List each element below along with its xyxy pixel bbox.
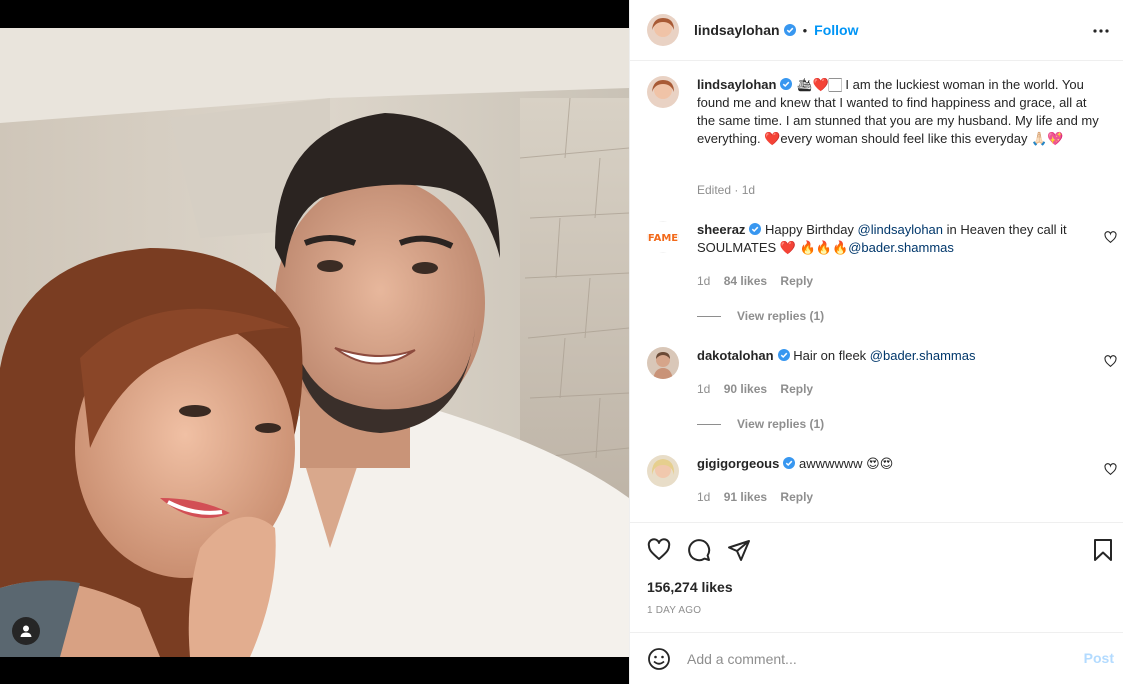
tagged-users-button[interactable] bbox=[12, 617, 40, 645]
comments-list: lindsaylohan 🛳❤️🏻 I am the luckiest woma… bbox=[630, 61, 1123, 522]
add-comment-bar: Post bbox=[630, 632, 1123, 684]
view-replies-button[interactable]: View replies (1) bbox=[697, 309, 824, 323]
separator-dot: • bbox=[802, 22, 808, 38]
post-media bbox=[0, 0, 629, 684]
view-replies-label: View replies (1) bbox=[737, 309, 825, 323]
verified-badge-icon bbox=[783, 24, 796, 36]
comment-body: dakotalohan Hair on fleek @bader.shammas bbox=[697, 347, 1102, 365]
comment-time[interactable]: 1d bbox=[697, 490, 710, 504]
comment-mention[interactable]: @bader.shammas bbox=[848, 240, 954, 255]
more-options-icon[interactable] bbox=[1092, 22, 1110, 40]
comment-username[interactable]: sheeraz bbox=[697, 222, 745, 237]
save-bookmark-icon[interactable] bbox=[1091, 538, 1115, 562]
comment-body: gigigorgeous awwwwww 😍😍 bbox=[697, 455, 1102, 473]
verified-badge-icon bbox=[777, 349, 790, 361]
post-side-panel: lindsaylohan • Follow lindsaylohan 🛳❤️🏻 … bbox=[629, 0, 1123, 684]
post-timestamp[interactable]: 1 DAY AGO bbox=[647, 605, 701, 616]
comment-like-heart-icon[interactable] bbox=[1104, 355, 1117, 368]
comment-username[interactable]: gigigorgeous bbox=[697, 456, 779, 471]
comment-text: Happy Birthday bbox=[765, 222, 858, 237]
comment-like-heart-icon[interactable] bbox=[1104, 463, 1117, 476]
user-icon bbox=[20, 625, 32, 637]
verified-badge-icon bbox=[780, 78, 793, 90]
reply-button[interactable]: Reply bbox=[780, 274, 813, 288]
reply-button[interactable]: Reply bbox=[780, 382, 813, 396]
post-comment-button[interactable]: Post bbox=[1084, 650, 1114, 666]
post-actions: 156,274 likes 1 DAY AGO bbox=[630, 522, 1123, 632]
comment-input[interactable] bbox=[687, 647, 1047, 671]
svg-text:FAME: FAME bbox=[648, 233, 678, 244]
verified-badge-icon bbox=[749, 223, 762, 235]
verified-badge-icon bbox=[783, 457, 796, 469]
comment-likes[interactable]: 84 likes bbox=[724, 274, 767, 288]
author-avatar[interactable] bbox=[647, 14, 679, 46]
comment-text: Hair on fleek bbox=[793, 348, 870, 363]
comment-meta: 1d 91 likes Reply bbox=[697, 490, 823, 504]
post-photo[interactable] bbox=[0, 28, 629, 657]
instagram-post-modal: lindsaylohan • Follow lindsaylohan 🛳❤️🏻 … bbox=[0, 0, 1123, 684]
commenter-avatar[interactable] bbox=[647, 347, 679, 379]
author-name-row: lindsaylohan • Follow bbox=[694, 22, 858, 38]
comment-time[interactable]: 1d bbox=[697, 382, 710, 396]
comment-likes[interactable]: 90 likes bbox=[724, 382, 767, 396]
commenter-avatar[interactable] bbox=[647, 455, 679, 487]
comment-body: sheeraz Happy Birthday @lindsaylohan in … bbox=[697, 221, 1102, 257]
comment-meta: 1d 84 likes Reply bbox=[697, 274, 823, 288]
reply-button[interactable]: Reply bbox=[780, 490, 813, 504]
comment-likes[interactable]: 91 likes bbox=[724, 490, 767, 504]
view-replies-button[interactable]: View replies (1) bbox=[697, 417, 824, 431]
commenter-avatar[interactable]: FAME bbox=[647, 221, 679, 253]
post-header: lindsaylohan • Follow bbox=[630, 0, 1123, 61]
emoji-smiley-icon[interactable] bbox=[647, 647, 671, 671]
caption-body: lindsaylohan 🛳❤️🏻 I am the luckiest woma… bbox=[697, 76, 1102, 148]
caption-edited-time: Edited · 1d bbox=[697, 183, 756, 197]
author-username[interactable]: lindsaylohan bbox=[694, 22, 780, 38]
caption-username[interactable]: lindsaylohan bbox=[697, 77, 776, 92]
replies-divider bbox=[697, 423, 721, 425]
comment-like-heart-icon[interactable] bbox=[1104, 231, 1117, 244]
caption-avatar[interactable] bbox=[647, 76, 679, 108]
caption-meta: Edited · 1d bbox=[697, 183, 765, 197]
follow-button[interactable]: Follow bbox=[814, 22, 858, 38]
comment-bubble-icon[interactable] bbox=[687, 538, 711, 562]
like-heart-icon[interactable] bbox=[647, 538, 671, 562]
share-paper-plane-icon[interactable] bbox=[727, 538, 751, 562]
comment-text: awwwwww 😍😍 bbox=[798, 456, 894, 471]
replies-divider bbox=[697, 315, 721, 317]
comment-meta: 1d 90 likes Reply bbox=[697, 382, 823, 396]
comment-mention[interactable]: @bader.shammas bbox=[870, 348, 976, 363]
likes-count[interactable]: 156,274 likes bbox=[647, 579, 733, 595]
comment-mention[interactable]: @lindsaylohan bbox=[858, 222, 943, 237]
comment-time[interactable]: 1d bbox=[697, 274, 710, 288]
comment-username[interactable]: dakotalohan bbox=[697, 348, 774, 363]
comment-emoji: 🔥🔥🔥 bbox=[799, 240, 849, 255]
view-replies-label: View replies (1) bbox=[737, 417, 825, 431]
